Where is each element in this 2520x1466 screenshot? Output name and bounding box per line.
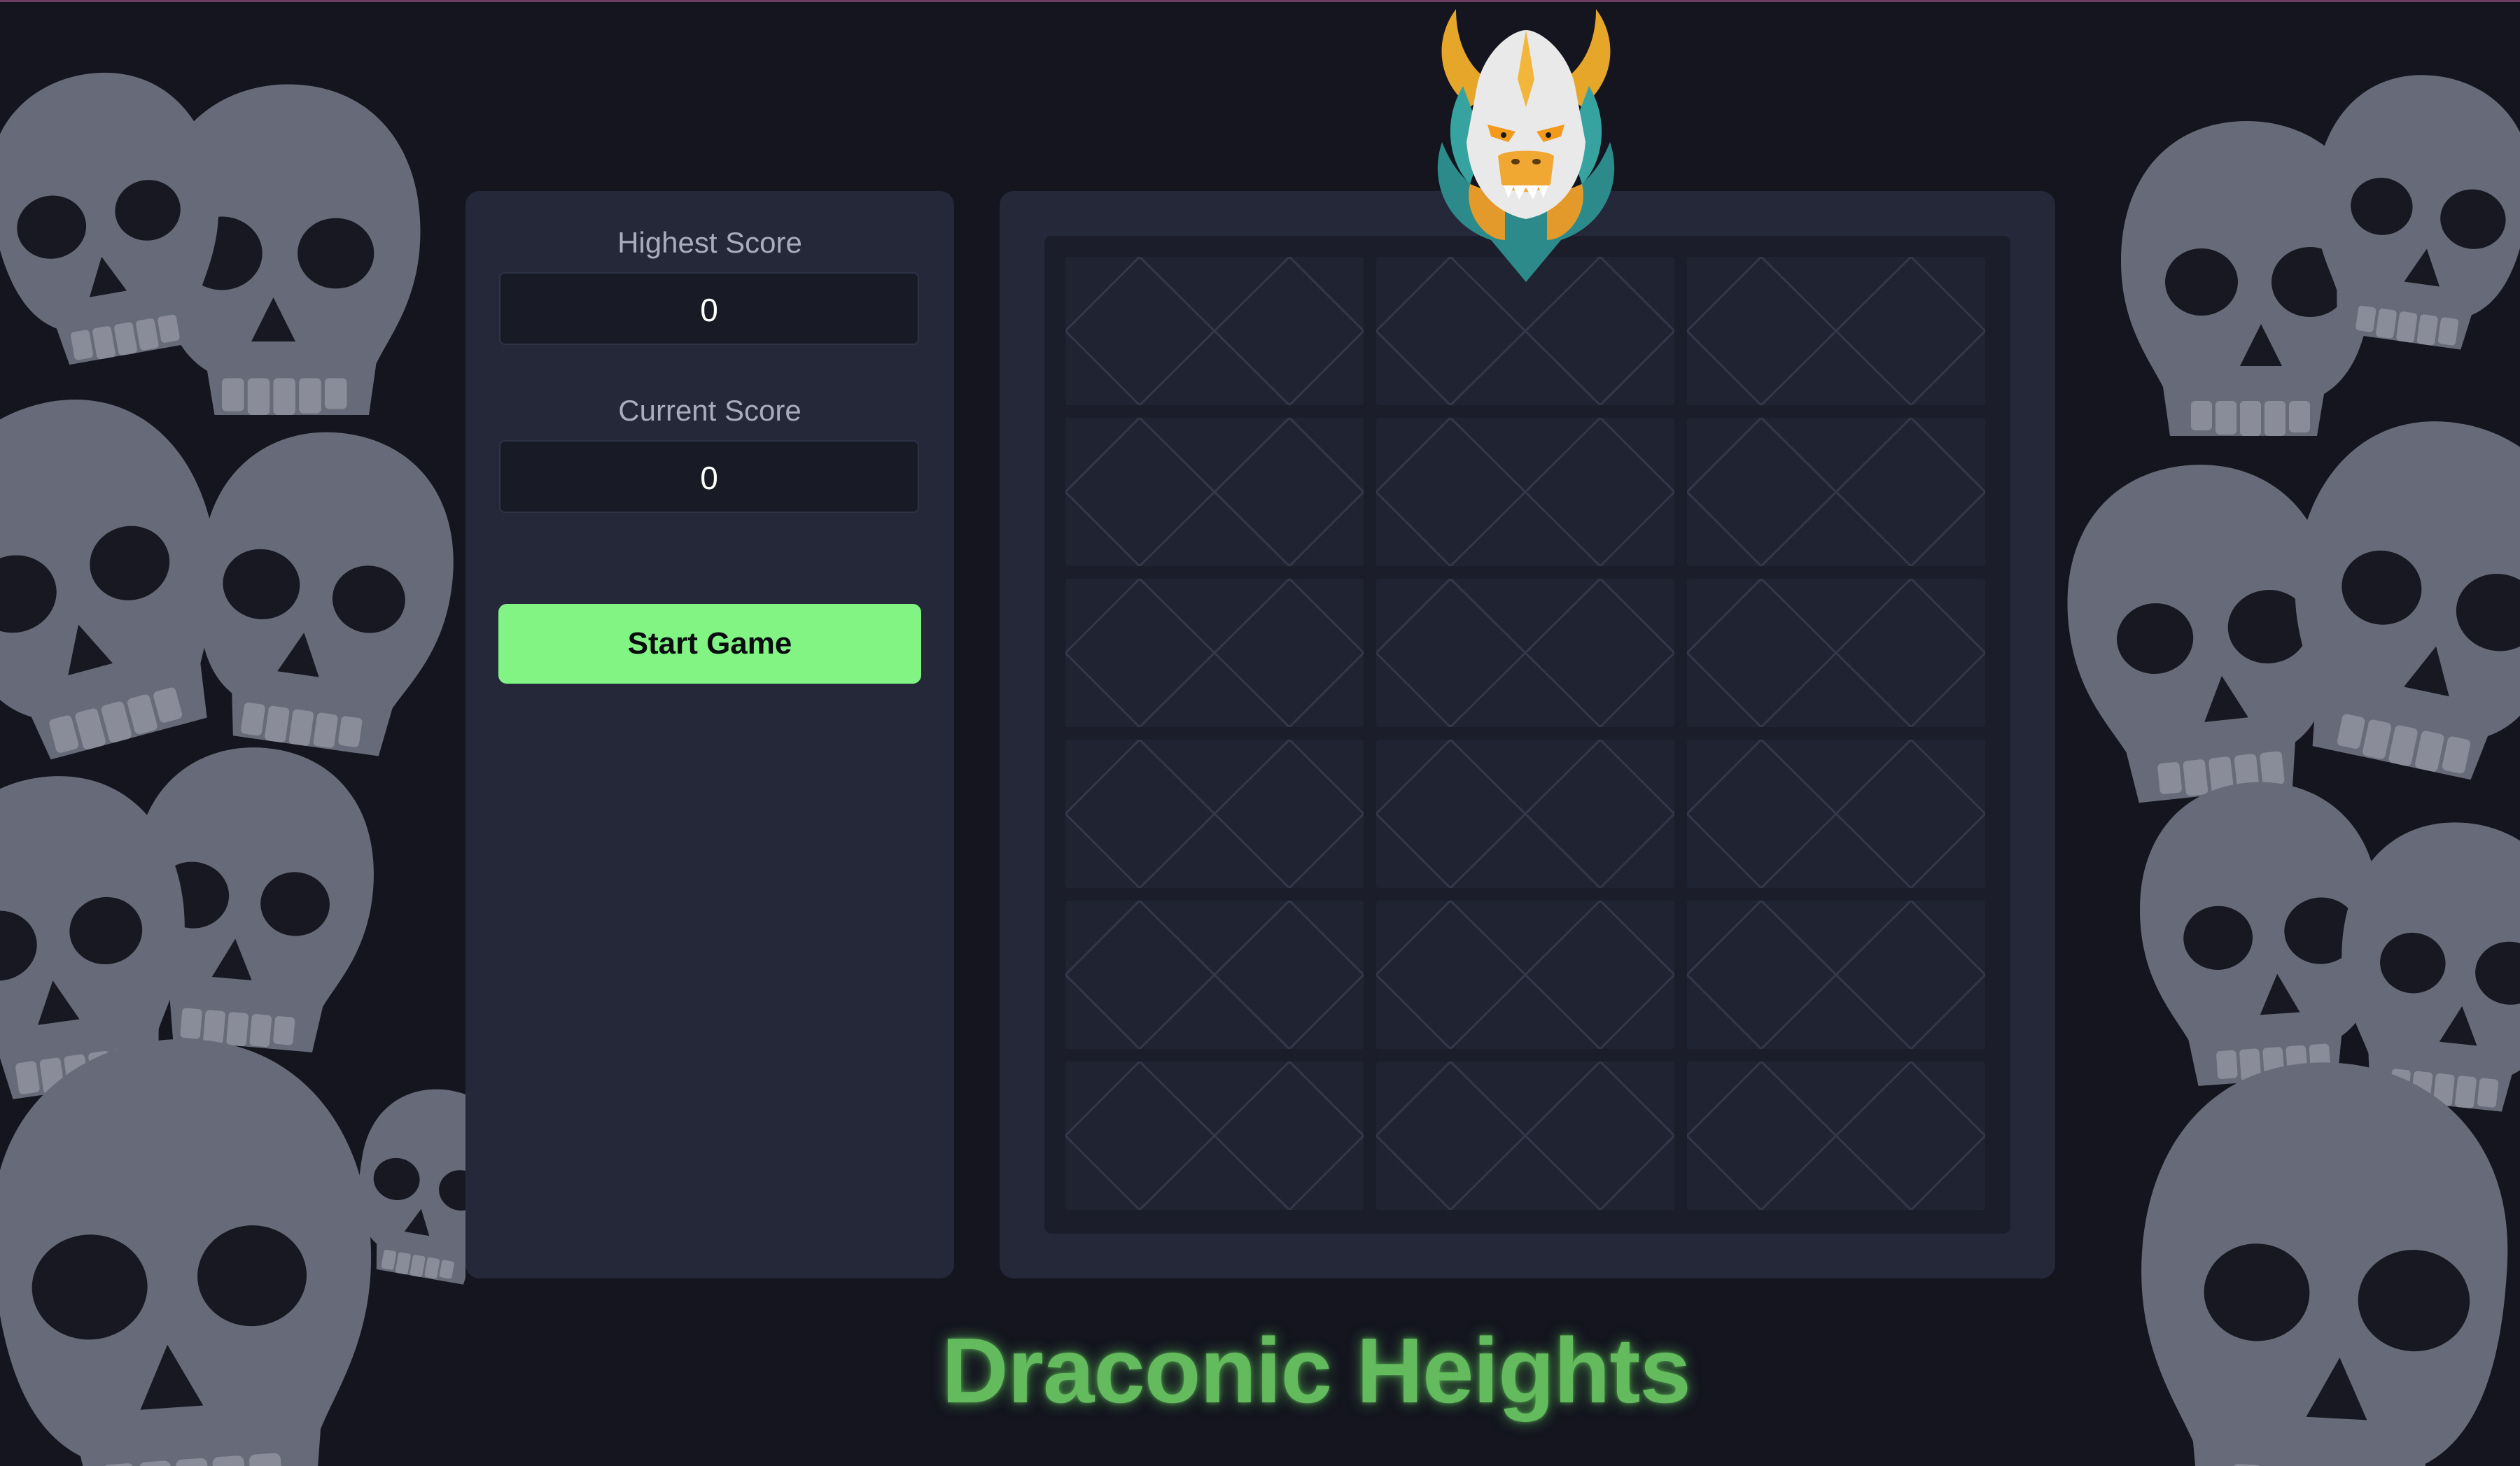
diamond-pattern-icon [1065,901,1364,1049]
diamond-pattern-icon [1065,579,1364,727]
diamond-pattern-icon [1376,740,1674,888]
board-tile[interactable] [1065,579,1364,727]
diamond-pattern-icon [1065,257,1364,405]
board-tile[interactable] [1687,1062,1985,1210]
board-tile[interactable] [1687,740,1985,888]
board-tile[interactable] [1687,418,1985,566]
start-game-button[interactable]: Start Game [498,604,921,684]
skull-pile-icon [0,2,465,1466]
board-tile[interactable] [1376,579,1674,727]
game-title: Draconic Heights [941,1319,1691,1422]
game-board [1044,236,2010,1234]
diamond-pattern-icon [1687,418,1985,566]
highest-score-label: Highest Score [617,226,802,259]
board-tile[interactable] [1376,418,1674,566]
skull-pile-right-decoration [2054,2,2520,1466]
diamond-pattern-icon [1376,901,1674,1049]
board-tile[interactable] [1687,901,1985,1049]
diamond-pattern-icon [1687,901,1985,1049]
dragon-head-icon [1421,2,1631,296]
highest-score-value: 0 [499,272,919,345]
diamond-pattern-icon [1687,579,1985,727]
diamond-pattern-icon [1687,257,1985,405]
diamond-pattern-icon [1065,740,1364,888]
board-tile[interactable] [1376,740,1674,888]
board-tile[interactable] [1687,257,1985,405]
board-tile[interactable] [1687,579,1985,727]
diamond-pattern-icon [1376,418,1674,566]
diamond-pattern-icon [1065,1062,1364,1210]
diamond-pattern-icon [1687,1062,1985,1210]
board-tile[interactable] [1065,257,1364,405]
current-score-label: Current Score [618,394,802,427]
diamond-pattern-icon [1687,740,1985,888]
diamond-pattern-icon [1376,579,1674,727]
skull-pile-icon [2054,2,2520,1466]
board-tile[interactable] [1376,901,1674,1049]
diamond-pattern-icon [1065,418,1364,566]
board-tile[interactable] [1065,1062,1364,1210]
board-tile[interactable] [1065,901,1364,1049]
skull-pile-left-decoration [0,2,465,1466]
board-tile[interactable] [1065,740,1364,888]
board-tile[interactable] [1376,1062,1674,1210]
current-score-value: 0 [499,440,919,513]
board-tile[interactable] [1065,418,1364,566]
diamond-pattern-icon [1376,1062,1674,1210]
game-board-panel [1000,191,2055,1278]
score-panel: Highest Score 0 Current Score 0 Start Ga… [465,191,954,1278]
